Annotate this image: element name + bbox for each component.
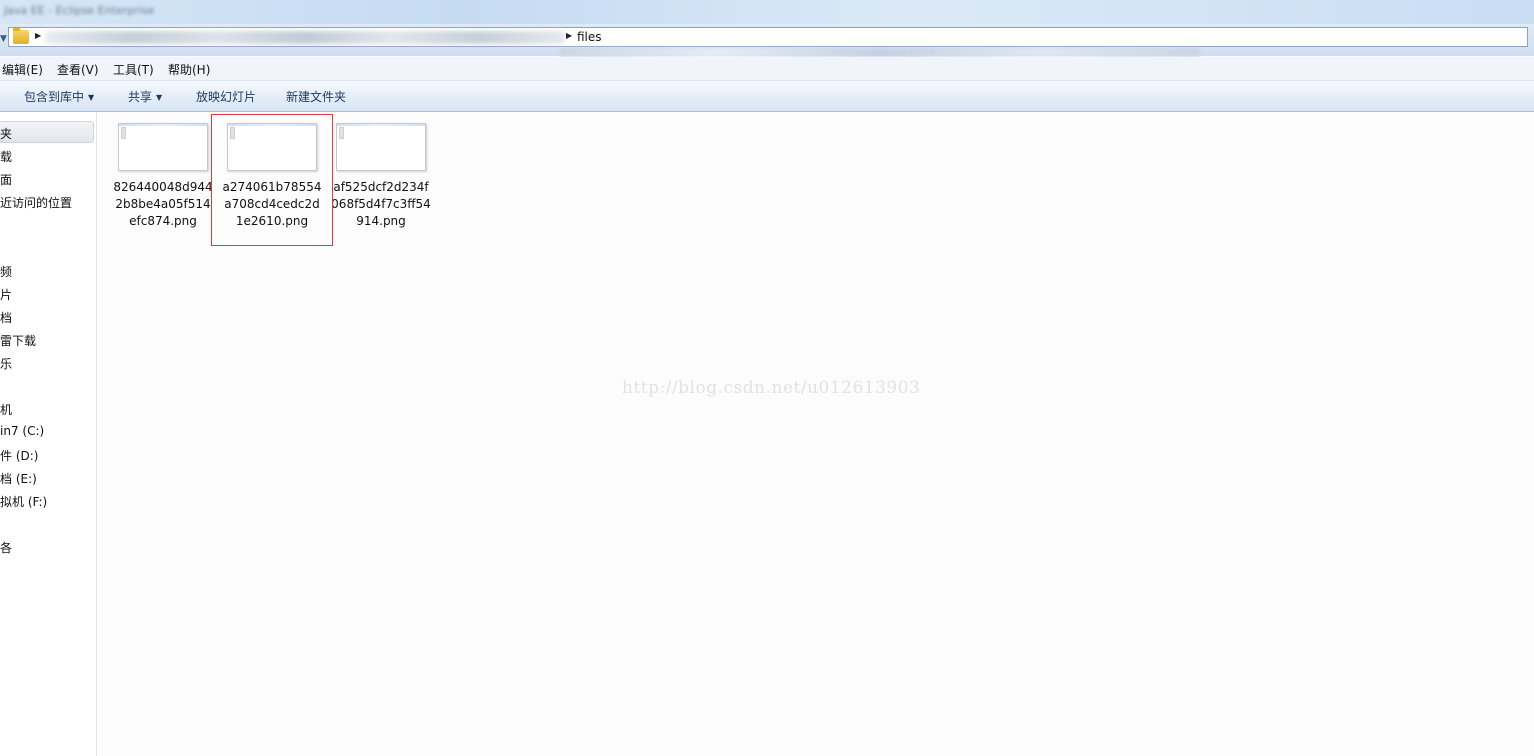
thumbnail-marker: [339, 127, 344, 139]
thumbnail-edge: [337, 124, 425, 126]
file-name: af525dcf2d234f068f5d4f7c3ff54914.png: [331, 180, 431, 228]
nav-item-recent-places[interactable]: 近访问的位置: [0, 194, 72, 211]
nav-item-network[interactable]: 各: [0, 539, 12, 556]
menu-bar: 编辑(E) 查看(V) 工具(T) 帮助(H): [0, 57, 1534, 81]
thumbnail-marker: [121, 127, 126, 139]
nav-item-pictures[interactable]: 片: [0, 286, 12, 303]
nav-item-drive-c[interactable]: in7 (C:): [0, 424, 44, 438]
nav-item-drive-e[interactable]: 档 (E:): [0, 470, 37, 487]
breadcrumb-current-folder[interactable]: files: [577, 30, 602, 44]
chevron-down-icon: ▼: [88, 93, 95, 102]
nav-item-drive-f[interactable]: 拟机 (F:): [0, 493, 47, 510]
folder-icon: [13, 28, 29, 44]
image-thumbnail: [336, 123, 426, 171]
window-title: Java EE - Eclipse Enterprise: [4, 4, 155, 17]
nav-item-desktop[interactable]: 面: [0, 171, 12, 188]
menu-tools[interactable]: 工具(T): [113, 61, 154, 78]
breadcrumb-arrow-icon[interactable]: ▶: [566, 31, 572, 40]
thumbnail-edge: [119, 124, 207, 126]
include-in-library-button[interactable]: 包含到库中 ▼: [24, 88, 94, 105]
nav-item-downloads[interactable]: 载: [0, 148, 12, 165]
nav-item-documents[interactable]: 档: [0, 309, 12, 326]
share-label: 共享: [128, 90, 153, 104]
blurred-path: [45, 31, 565, 44]
share-button[interactable]: 共享 ▼: [128, 88, 162, 105]
nav-item-drive-d[interactable]: 件 (D:): [0, 447, 38, 464]
include-in-library-label: 包含到库中: [24, 90, 85, 104]
slideshow-button[interactable]: 放映幻灯片: [196, 88, 256, 105]
window-title-bar: Java EE - Eclipse Enterprise: [0, 0, 1534, 24]
nav-item-music[interactable]: 乐: [0, 355, 12, 372]
breadcrumb-arrow-icon[interactable]: ▶: [35, 31, 41, 40]
new-folder-button[interactable]: 新建文件夹: [286, 88, 346, 105]
nav-selected-highlight: [0, 121, 94, 143]
nav-item-computer[interactable]: 机: [0, 401, 12, 418]
address-bar[interactable]: ▶ ▶ files: [8, 27, 1528, 47]
watermark: http://blog.csdn.net/u012613903: [622, 378, 921, 398]
back-arrow-icon[interactable]: ▼: [0, 34, 7, 44]
chevron-down-icon: ▼: [156, 93, 163, 102]
command-bar: 包含到库中 ▼ 共享 ▼ 放映幻灯片 新建文件夹: [0, 81, 1534, 112]
image-thumbnail: [118, 123, 208, 171]
menu-view[interactable]: 查看(V): [57, 61, 99, 78]
blurred-region: [560, 48, 1200, 57]
menu-edit[interactable]: 编辑(E): [2, 61, 43, 78]
nav-item-thunder-downloads[interactable]: 雷下载: [0, 332, 36, 349]
nav-item-favorites[interactable]: 夹: [0, 125, 12, 142]
nav-item-videos[interactable]: 频: [0, 263, 12, 280]
navigation-pane: 夹 载 面 近访问的位置 频 片 档 雷下载 乐 机 in7 (C:) 件 (D…: [0, 112, 97, 756]
selection-highlight-box: [211, 114, 333, 246]
menu-help[interactable]: 帮助(H): [168, 61, 210, 78]
file-name: 826440048d9442b8be4a05f514efc874.png: [113, 180, 213, 228]
